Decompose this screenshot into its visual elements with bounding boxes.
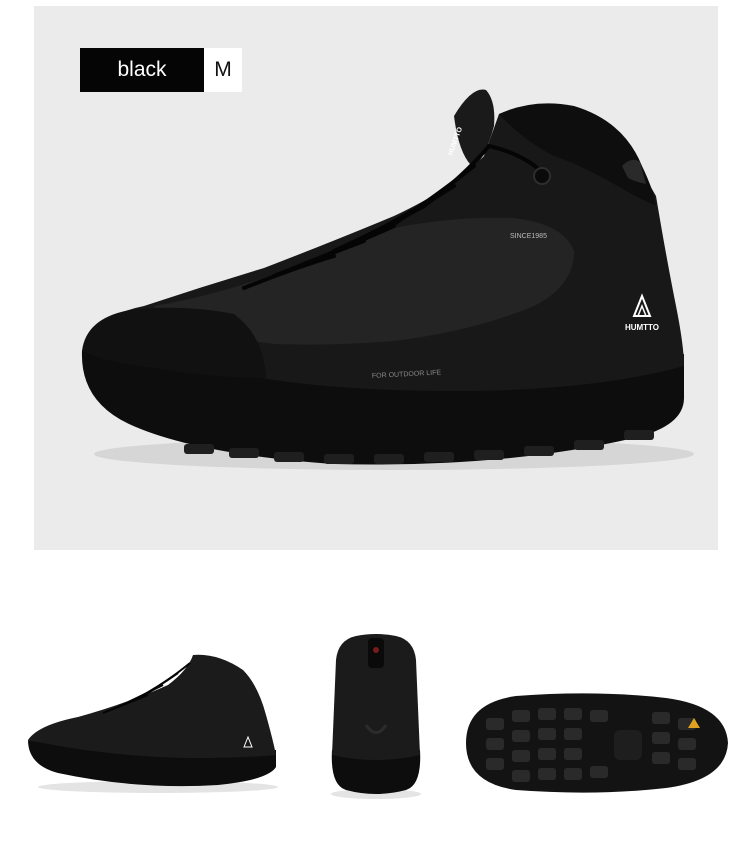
hero-image-panel: black M HUMTTO SINCE1985 FOR OUTDOOR LIF…	[34, 6, 718, 550]
brand-text: HUMTTO	[625, 323, 659, 332]
hero-shoe-image: HUMTTO SINCE1985 FOR OUTDOOR LIFE HUMTTO	[81, 89, 694, 470]
lace-hook	[533, 167, 551, 185]
thumbnail-sole-view[interactable]	[456, 688, 736, 798]
thumbnail-side-view[interactable]	[18, 645, 288, 795]
thumbnail-back-view[interactable]	[326, 630, 426, 800]
since-text: SINCE1985	[510, 233, 547, 240]
